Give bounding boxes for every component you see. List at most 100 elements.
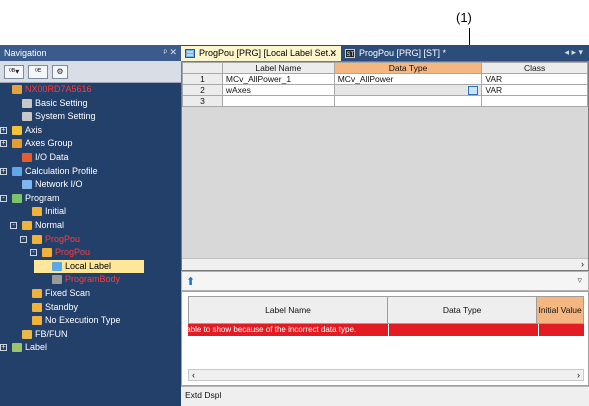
- label-icon: [52, 261, 62, 271]
- axis-icon: [12, 125, 22, 135]
- fbfun-icon: [22, 329, 32, 339]
- data-type-cell[interactable]: MCv_AllPower: [333, 73, 483, 85]
- scroll-right-arrow[interactable]: ›: [581, 259, 584, 269]
- class-cell[interactable]: [481, 95, 588, 107]
- tree-item-label: NX00RD7A5616: [25, 84, 92, 94]
- task-icon: [32, 207, 42, 217]
- collapse-icon[interactable]: -: [0, 194, 7, 202]
- arrow-up-icon[interactable]: ⬆: [186, 275, 195, 288]
- table-row[interactable]: 1 MCv_AllPower_1 MCv_AllPower VAR: [182, 73, 588, 85]
- tab-scroll-controls[interactable]: ◂ ▸ ▾: [564, 47, 583, 58]
- bottom-tab-bar: Extd Dspl: [181, 386, 589, 406]
- display-filter-button[interactable]: ⁰ᴱ: [28, 64, 48, 79]
- tree-item[interactable]: Initial: [0, 205, 181, 219]
- grid-horizontal-scrollbar[interactable]: ›: [182, 258, 588, 270]
- tree-item-label: Initial: [45, 206, 67, 217]
- scroll-right-arrow[interactable]: ›: [577, 370, 580, 380]
- detail-label-name-header[interactable]: Label Name: [189, 297, 388, 323]
- label-name-cell[interactable]: [221, 95, 335, 107]
- label-name-cell[interactable]: wAxes: [221, 84, 335, 96]
- tree-item-label: Fixed Scan: [45, 287, 91, 298]
- tree-item[interactable]: FB/FUN: [0, 328, 181, 342]
- document-tabs: ProgPou [PRG] [Local Label Set... ✕ ST P…: [181, 45, 589, 61]
- project-icon: [12, 85, 22, 94]
- table-row[interactable]: 3: [182, 95, 588, 107]
- navigation-window-controls[interactable]: ᵖ ✕: [164, 47, 177, 58]
- tab-extended-display[interactable]: Extd Dspl: [185, 390, 221, 400]
- collapse-icon[interactable]: ▿: [577, 275, 582, 286]
- navigation-panel: Navigation ᵖ ✕ ⁰ᴮ▾ ⁰ᴱ ⚙ NX00RD7A5616 Basi…: [0, 45, 181, 406]
- tree-item[interactable]: Basic Setting: [0, 97, 181, 111]
- label-name-header[interactable]: Label Name: [221, 62, 335, 74]
- scroll-left-arrow[interactable]: ‹: [192, 370, 195, 380]
- tree-item[interactable]: + Axes Group: [0, 137, 181, 151]
- row-number: 2: [182, 84, 223, 96]
- row-number: 3: [182, 95, 223, 107]
- tab-label: ProgPou [PRG] [ST] *: [359, 48, 447, 58]
- tab-label: ProgPou [PRG] [Local Label Set...: [199, 48, 336, 58]
- tree-item[interactable]: Local Label: [34, 259, 144, 274]
- expand-icon[interactable]: +: [0, 167, 7, 175]
- error-message: Unable to show because of the incorrect …: [188, 325, 357, 334]
- gear-icon[interactable]: ⚙: [52, 64, 68, 79]
- collapse-icon[interactable]: -: [20, 235, 27, 243]
- task-icon: [32, 302, 42, 312]
- callout-label: (1): [456, 10, 472, 25]
- tree-item-label: No Execution Type: [45, 315, 121, 326]
- tree-item-label: FB/FUN: [35, 328, 68, 339]
- data-type-cell[interactable]: [333, 95, 483, 107]
- tree-item[interactable]: - Program: [0, 192, 181, 206]
- body-icon: [52, 275, 62, 285]
- detail-pane: Label Name Data Type Initial Value Unabl…: [181, 291, 589, 386]
- expand-icon[interactable]: +: [0, 126, 7, 134]
- tree-item-label: ProgPou: [45, 233, 81, 244]
- axes-group-icon: [12, 139, 22, 149]
- label-name-cell[interactable]: MCv_AllPower_1: [221, 73, 335, 85]
- row-number-header: [182, 62, 223, 74]
- detail-header-row: Label Name Data Type Initial Value: [188, 296, 584, 324]
- data-type-browse-button[interactable]: [468, 86, 479, 95]
- class-cell[interactable]: VAR: [481, 73, 588, 85]
- tree-item-label: Normal: [35, 219, 65, 230]
- detail-horizontal-scrollbar[interactable]: ‹ ›: [188, 369, 584, 381]
- data-type-header[interactable]: Data Type: [333, 62, 483, 74]
- tree-item[interactable]: - ProgPou: [0, 233, 181, 247]
- tree-item[interactable]: System Setting: [0, 110, 181, 124]
- expand-icon[interactable]: +: [0, 344, 7, 352]
- tree-item[interactable]: I/O Data: [0, 151, 181, 165]
- tree-item[interactable]: + Label: [0, 341, 181, 355]
- class-cell[interactable]: VAR: [481, 84, 588, 96]
- tree-item[interactable]: No Execution Type: [0, 314, 181, 328]
- st-icon: ST: [345, 49, 355, 58]
- view-mode-button[interactable]: ⁰ᴮ▾: [4, 64, 24, 79]
- close-icon[interactable]: ✕: [329, 48, 337, 59]
- table-row[interactable]: 2 wAxes VAR: [182, 84, 588, 96]
- tree-item[interactable]: - Normal: [0, 219, 181, 233]
- pou-icon: [42, 248, 52, 258]
- tree-item[interactable]: + Calculation Profile: [0, 165, 181, 179]
- tree-item-label: Network I/O: [35, 179, 83, 190]
- tab-st-program[interactable]: ST ProgPou [PRG] [ST] *: [341, 46, 471, 61]
- tree-item[interactable]: + Axis: [0, 124, 181, 138]
- error-cell: [538, 324, 584, 336]
- tab-local-label-setting[interactable]: ProgPou [PRG] [Local Label Set... ✕: [181, 46, 341, 61]
- collapse-icon[interactable]: -: [30, 249, 37, 257]
- expand-icon[interactable]: +: [0, 140, 7, 148]
- detail-data-type-header[interactable]: Data Type: [388, 297, 538, 323]
- tree-item[interactable]: NX00RD7A5616: [0, 83, 181, 97]
- label-table: Label Name Data Type Class 1 MCv_AllPowe…: [182, 62, 588, 107]
- detail-initial-value-header[interactable]: Initial Value: [537, 297, 583, 323]
- tree-item-label: Standby: [45, 301, 79, 312]
- tree-item[interactable]: ProgramBody: [0, 273, 181, 287]
- task-icon: [22, 220, 32, 230]
- class-header[interactable]: Class: [481, 62, 588, 74]
- tree-item[interactable]: Standby: [0, 301, 181, 315]
- collapse-icon[interactable]: -: [10, 221, 17, 229]
- tree-item[interactable]: Network I/O: [0, 178, 181, 192]
- data-type-cell-selected[interactable]: [333, 84, 483, 96]
- navigation-toolbar: ⁰ᴮ▾ ⁰ᴱ ⚙: [0, 61, 181, 83]
- task-icon: [32, 288, 42, 298]
- tree-item-label: ProgPou: [55, 247, 91, 258]
- tree-item[interactable]: Fixed Scan: [0, 287, 181, 301]
- tree-item[interactable]: - ProgPou: [0, 246, 181, 260]
